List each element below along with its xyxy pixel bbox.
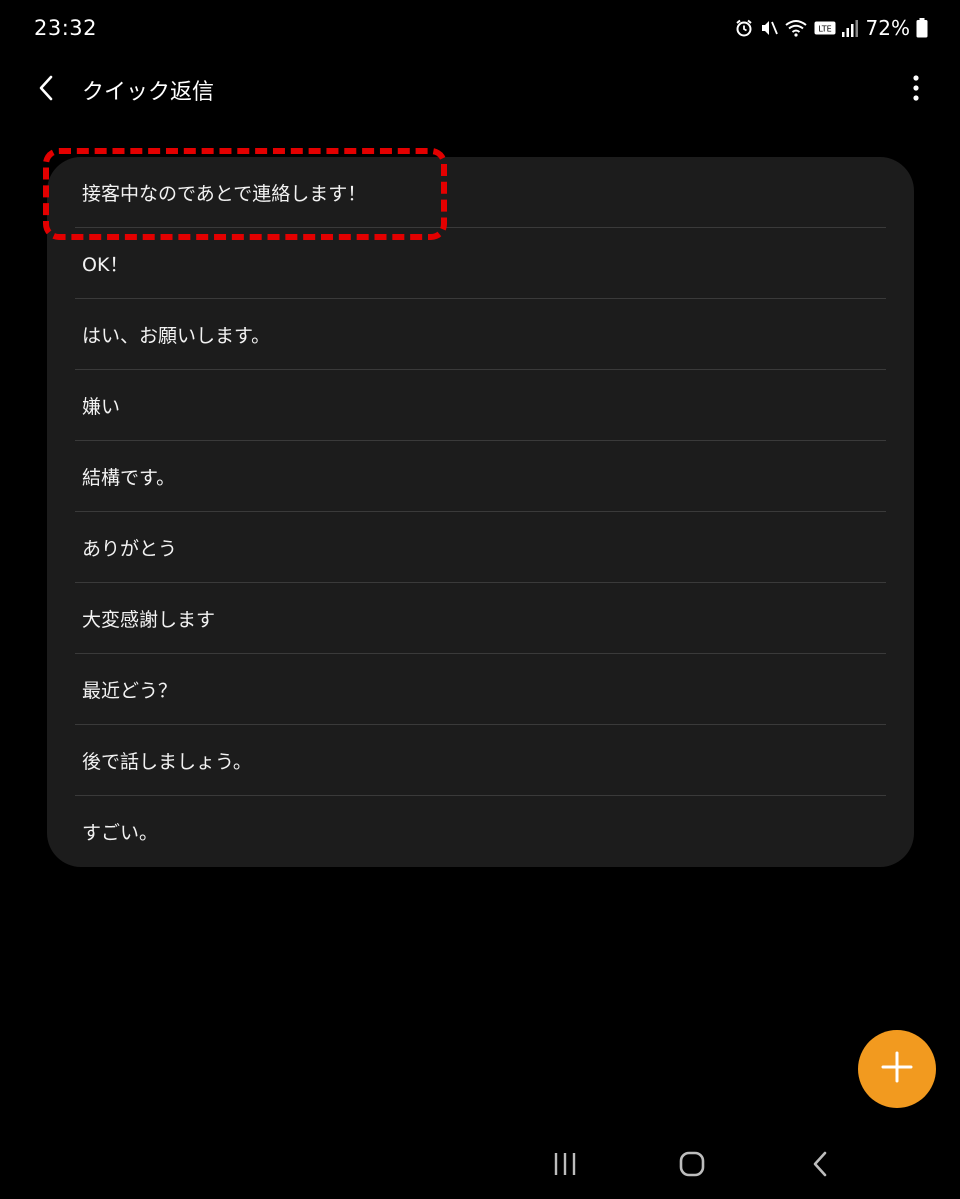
back-icon bbox=[810, 1150, 830, 1182]
quick-reply-label: 後で話しましょう。 bbox=[82, 750, 252, 773]
quick-reply-label: すごい。 bbox=[82, 822, 159, 844]
quick-reply-item[interactable]: 嫌い bbox=[75, 370, 886, 441]
quick-reply-label: 接客中なのであとで連絡します！ bbox=[82, 182, 367, 205]
more-vertical-icon bbox=[912, 74, 920, 106]
svg-text:LTE: LTE bbox=[818, 25, 831, 34]
quick-reply-item[interactable]: ありがとう bbox=[75, 512, 886, 583]
quick-reply-card: 接客中なのであとで連絡します！ OK！ はい、お願いします。 嫌い 結構です。 … bbox=[47, 157, 914, 867]
recents-button[interactable] bbox=[545, 1146, 585, 1186]
wifi-icon bbox=[784, 18, 808, 38]
quick-reply-item[interactable]: はい、お願いします。 bbox=[75, 299, 886, 370]
back-button[interactable] bbox=[26, 70, 66, 110]
quick-reply-list: 接客中なのであとで連絡します！ OK！ はい、お願いします。 嫌い 結構です。 … bbox=[75, 157, 886, 867]
home-icon bbox=[678, 1150, 706, 1182]
quick-reply-label: 嫌い bbox=[82, 395, 121, 418]
quick-reply-item[interactable]: OK！ bbox=[75, 228, 886, 299]
chevron-left-icon bbox=[36, 74, 56, 106]
battery-percent: 72% bbox=[865, 16, 910, 40]
quick-reply-label: 大変感謝します bbox=[82, 608, 216, 631]
quick-reply-item[interactable]: 接客中なのであとで連絡します！ bbox=[75, 157, 886, 228]
more-options-button[interactable] bbox=[902, 70, 930, 110]
status-icons: LTE 72% bbox=[734, 14, 928, 42]
quick-reply-label: 最近どう？ bbox=[82, 679, 178, 702]
quick-reply-item[interactable]: 大変感謝します bbox=[75, 583, 886, 654]
home-button[interactable] bbox=[672, 1146, 712, 1186]
quick-reply-item[interactable]: 最近どう？ bbox=[75, 654, 886, 725]
plus-icon bbox=[880, 1050, 914, 1088]
quick-reply-label: ありがとう bbox=[82, 537, 178, 560]
quick-reply-item[interactable]: すごい。 bbox=[75, 796, 886, 867]
status-bar: 23:32 LTE 72% bbox=[0, 0, 960, 56]
quick-reply-item[interactable]: 後で話しましょう。 bbox=[75, 725, 886, 796]
volte-icon: LTE bbox=[814, 21, 836, 35]
add-reply-button[interactable] bbox=[858, 1030, 936, 1108]
quick-reply-item[interactable]: 結構です。 bbox=[75, 441, 886, 512]
navigation-bar bbox=[0, 1130, 960, 1199]
status-time: 23:32 bbox=[34, 16, 98, 40]
quick-reply-label: OK！ bbox=[82, 253, 129, 276]
signal-icon bbox=[841, 19, 858, 37]
alarm-icon bbox=[734, 18, 754, 38]
battery-icon bbox=[916, 18, 928, 38]
app-bar: クイック返信 bbox=[0, 56, 960, 122]
quick-reply-label: 結構です。 bbox=[82, 466, 176, 489]
back-nav-button[interactable] bbox=[800, 1146, 840, 1186]
quick-reply-label: はい、お願いします。 bbox=[82, 324, 271, 347]
mute-icon bbox=[760, 18, 778, 38]
recents-icon bbox=[552, 1151, 578, 1181]
page-title: クイック返信 bbox=[82, 80, 215, 105]
